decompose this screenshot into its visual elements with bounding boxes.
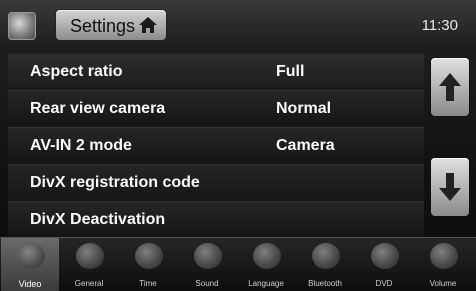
video-icon [17, 243, 45, 269]
tab-label: DVD [375, 279, 393, 288]
volume-icon [430, 243, 458, 269]
settings-row-divx-deactivation[interactable]: DivX Deactivation [8, 202, 424, 239]
language-icon [253, 243, 281, 269]
setting-value: Full [276, 63, 305, 80]
top-bar: Settings 11:30 [0, 0, 476, 52]
scroll-up-button[interactable] [431, 58, 469, 116]
home-icon [139, 17, 157, 33]
setting-label: AV-IN 2 mode [30, 137, 132, 154]
tab-label: Video [18, 279, 42, 289]
scroll-down-button[interactable] [431, 158, 469, 216]
setting-label: Rear view camera [30, 100, 166, 117]
settings-row-av-in-2-mode[interactable]: AV-IN 2 mode Camera [8, 128, 424, 165]
speaker-icon [194, 243, 222, 269]
tab-label: Sound [195, 279, 219, 288]
general-icon [76, 243, 104, 269]
clock: 11:30 [421, 17, 458, 34]
page-title: Settings [70, 16, 136, 36]
tab-general[interactable]: General [60, 238, 118, 291]
tab-language[interactable]: Language [237, 238, 295, 291]
settings-app-icon[interactable] [8, 12, 36, 40]
setting-value: Normal [276, 100, 332, 117]
tab-label: Bluetooth [308, 279, 342, 288]
tab-video[interactable]: Video [1, 238, 59, 291]
category-tab-bar: Video General Time Sound Language Blueto… [0, 237, 476, 291]
setting-label: Aspect ratio [30, 63, 123, 80]
bluetooth-icon [312, 243, 340, 269]
disc-icon [371, 243, 399, 269]
settings-home-button[interactable]: Settings [56, 10, 166, 40]
clock-icon [135, 243, 163, 269]
arrow-up-icon [439, 73, 461, 101]
head-unit-screen: Settings 11:30 Aspect ratio Full Rear vi… [0, 0, 476, 291]
setting-label: DivX Deactivation [30, 211, 166, 228]
setting-value: Camera [276, 137, 335, 154]
setting-label: DivX registration code [30, 174, 200, 191]
settings-row-divx-registration-code[interactable]: DivX registration code [8, 165, 424, 202]
tab-volume[interactable]: Volume [414, 238, 472, 291]
tab-dvd[interactable]: DVD [355, 238, 413, 291]
tab-bluetooth[interactable]: Bluetooth [296, 238, 354, 291]
tab-label: Language [248, 279, 284, 288]
tab-label: Volume [429, 279, 457, 288]
tab-label: Time [139, 279, 157, 288]
settings-list: Aspect ratio Full Rear view camera Norma… [8, 54, 424, 239]
tab-sound[interactable]: Sound [178, 238, 236, 291]
tab-label: General [74, 279, 104, 288]
arrow-down-icon [439, 173, 461, 201]
tab-time[interactable]: Time [119, 238, 177, 291]
settings-row-aspect-ratio[interactable]: Aspect ratio Full [8, 54, 424, 91]
settings-row-rear-view-camera[interactable]: Rear view camera Normal [8, 91, 424, 128]
